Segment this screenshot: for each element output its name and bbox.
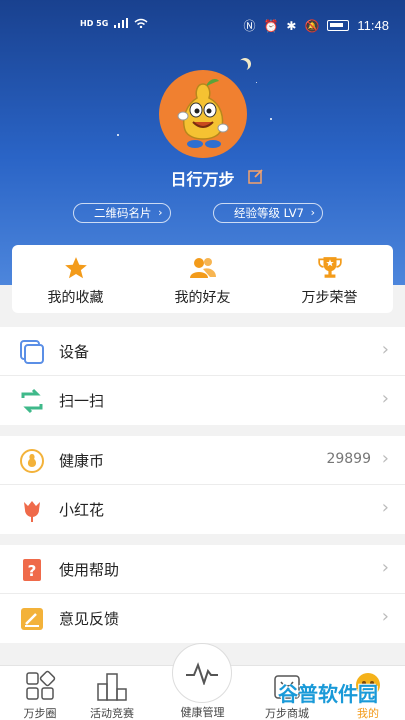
watermark-text: 谷普软件园 (278, 682, 378, 706)
community-icon (26, 670, 56, 700)
nfc-icon: Ⓝ (243, 19, 256, 33)
qr-card-label: 二维码名片 (94, 206, 152, 220)
menu-label-scan: 扫一扫 (59, 392, 105, 410)
trophy-icon (317, 257, 342, 278)
menu-section-support: ? 使用帮助 › 意见反馈 › (0, 545, 405, 643)
honors-label: 万步荣誉 (301, 290, 358, 306)
friends-button[interactable]: 我的好友 (139, 255, 266, 307)
network-label: HD 5G (80, 18, 109, 28)
menu-item-device[interactable]: 设备 › (0, 327, 405, 376)
menu-item-feedback[interactable]: 意见反馈 › (0, 594, 405, 643)
menu-label-device: 设备 (59, 343, 90, 361)
tab-health-management[interactable] (172, 643, 232, 703)
heartbeat-icon (186, 662, 218, 685)
chevron-right-icon: › (381, 448, 389, 469)
coin-icon (20, 449, 44, 473)
tab-label-competition: 活动竞赛 (90, 707, 134, 720)
alarm-icon: ⏰ (263, 18, 279, 33)
clock: 11:48 (357, 18, 389, 33)
health-coin-value: 29899 (326, 451, 371, 467)
favorites-button[interactable]: 我的收藏 (12, 255, 139, 307)
menu-section-device: 设备 › 扫一扫 › (0, 327, 405, 425)
signal-icon (114, 18, 129, 28)
device-icon (20, 340, 44, 364)
friends-label: 我的好友 (174, 290, 231, 306)
wifi-icon (134, 18, 148, 28)
menu-label-red-flower: 小红花 (59, 501, 105, 519)
chevron-right-icon: › (381, 339, 389, 360)
chevron-right-icon: › (381, 557, 389, 578)
menu-label-help: 使用帮助 (59, 561, 120, 579)
qr-card-button[interactable]: 二维码名片 › (73, 203, 171, 223)
svg-text:?: ? (28, 562, 37, 580)
chevron-right-icon: › (158, 206, 163, 219)
menu-label-feedback: 意见反馈 (59, 610, 120, 628)
star-decoration (270, 118, 272, 120)
chevron-right-icon: › (381, 388, 389, 409)
help-icon: ? (23, 559, 41, 581)
menu-item-health-coin[interactable]: 健康币 29899 › (0, 436, 405, 485)
edit-icon[interactable] (248, 168, 264, 184)
menu-section-rewards: 健康币 29899 › 小红花 › (0, 436, 405, 534)
menu-label-health-coin: 健康币 (59, 452, 105, 470)
tab-label-health-management: 健康管理 (180, 706, 225, 719)
favorites-label: 我的收藏 (47, 290, 104, 306)
menu-item-red-flower[interactable]: 小红花 › (0, 485, 405, 534)
star-decoration (256, 82, 257, 83)
scan-icon (21, 388, 43, 414)
chevron-right-icon: › (381, 606, 389, 627)
battery-icon (327, 20, 350, 31)
system-indicators: Ⓝ ⏰ ✱ 🔕 11:48 (243, 17, 389, 34)
experience-level-label: 经验等级 LV7 (234, 206, 304, 220)
tab-label-mine: 我的 (357, 707, 379, 720)
quick-actions-card: 我的收藏 我的好友 万步荣誉 (12, 245, 393, 313)
menu-item-help[interactable]: ? 使用帮助 › (0, 545, 405, 594)
profile-header: HD 5G Ⓝ ⏰ ✱ 🔕 11:48 日行万步 二维码名片 › 经验等级 LV… (0, 0, 405, 285)
chevron-right-icon: › (381, 497, 389, 518)
friends-icon (189, 258, 216, 278)
star-decoration (117, 134, 119, 136)
flower-icon (24, 501, 40, 522)
star-icon (64, 257, 87, 279)
status-bar: HD 5G Ⓝ ⏰ ✱ 🔕 11:48 (0, 0, 405, 42)
avatar[interactable] (159, 70, 247, 158)
chevron-right-icon: › (310, 206, 315, 219)
bluetooth-icon: ✱ (286, 18, 297, 33)
honors-button[interactable]: 万步荣誉 (266, 255, 393, 307)
tab-label-mall: 万步商城 (265, 707, 309, 720)
menu-item-scan[interactable]: 扫一扫 › (0, 376, 405, 425)
moon-icon (236, 60, 248, 72)
podium-icon (97, 673, 127, 701)
tab-label-community: 万步圈 (23, 707, 57, 720)
mute-icon: 🔕 (304, 18, 320, 33)
username: 日行万步 (170, 170, 235, 189)
signal-indicators: HD 5G (80, 18, 148, 28)
experience-level-button[interactable]: 经验等级 LV7 › (213, 203, 323, 223)
tab-community[interactable]: 万步圈 (0, 670, 80, 720)
feedback-icon (21, 608, 43, 630)
tab-competition[interactable]: 活动竞赛 (72, 670, 152, 720)
mascot-avatar-icon (177, 79, 229, 148)
